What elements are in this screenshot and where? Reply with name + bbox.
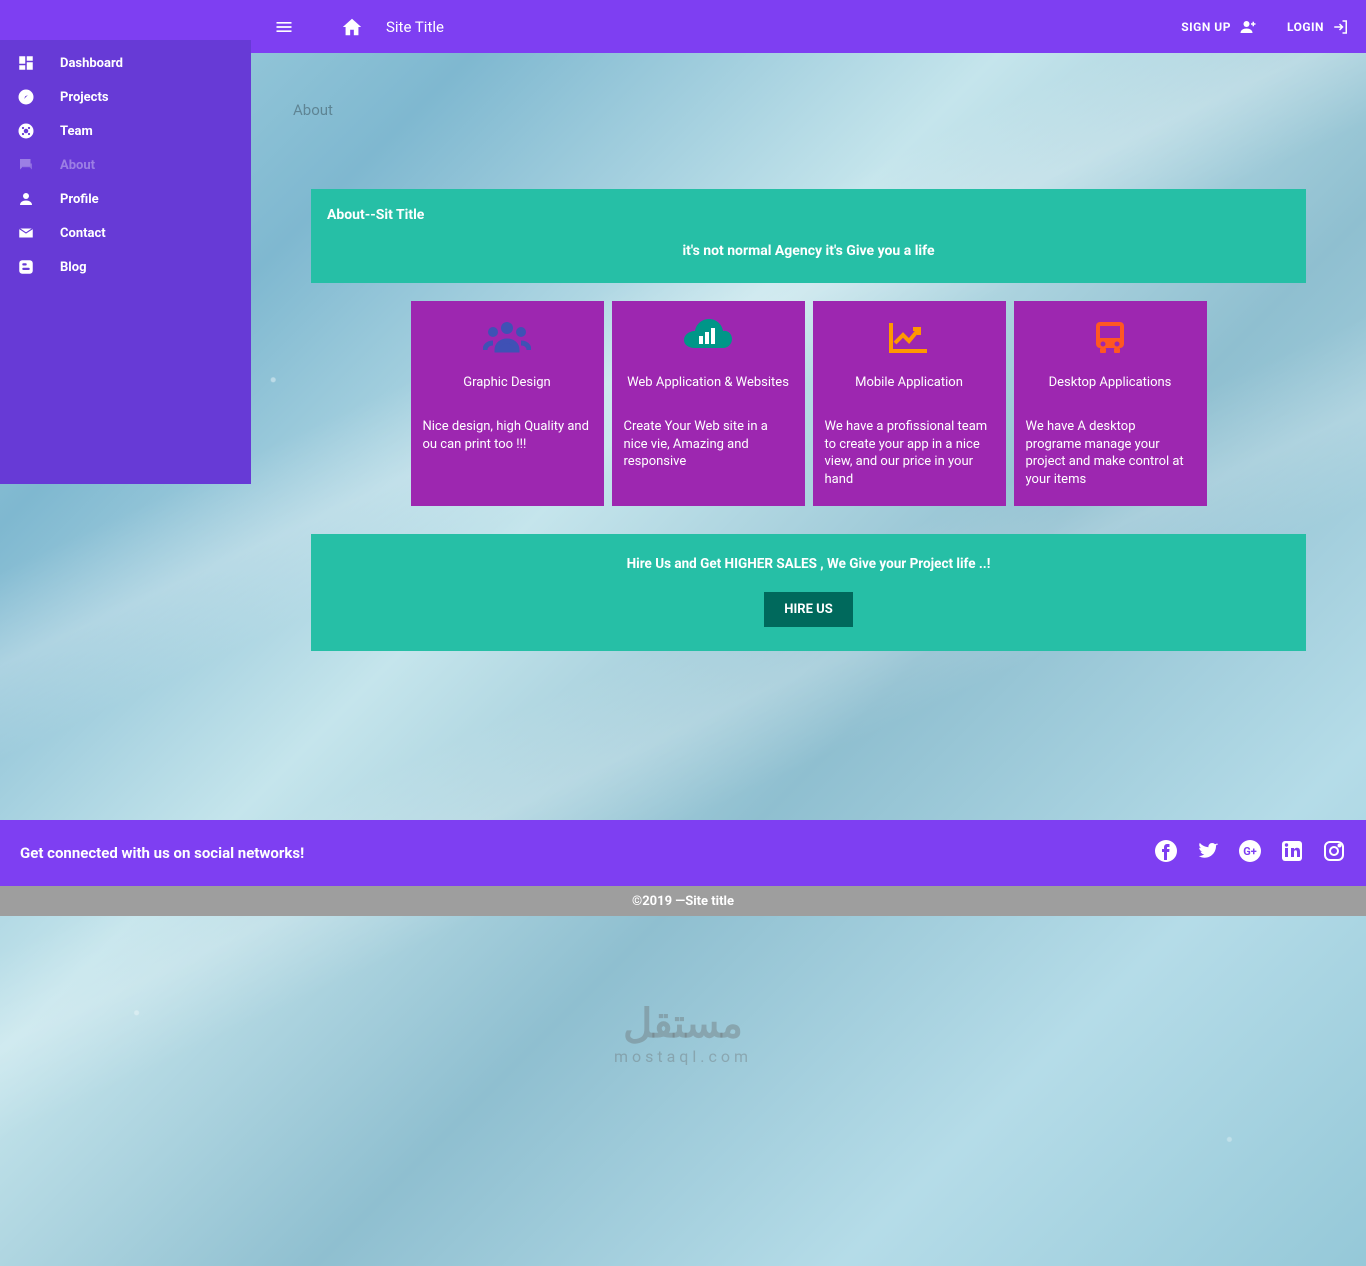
card-title: Desktop Applications bbox=[1026, 375, 1195, 390]
card-title: Mobile Application bbox=[825, 375, 994, 390]
footer-copyright: ©2019 — Site title bbox=[0, 886, 1366, 916]
watermark-arabic: مستقل bbox=[614, 1001, 752, 1047]
hire-text: Hire Us and Get HIGHER SALES , We Give y… bbox=[327, 556, 1290, 572]
instagram-icon[interactable] bbox=[1322, 839, 1346, 867]
about-title: About--Sit Title bbox=[327, 207, 1290, 223]
sidebar-item-blog[interactable]: Blog bbox=[0, 250, 251, 284]
card-title: Web Application & Websites bbox=[624, 375, 793, 390]
home-icon bbox=[341, 16, 363, 38]
login-label: LOGIN bbox=[1287, 20, 1324, 34]
login-button[interactable]: LOGIN bbox=[1287, 18, 1350, 36]
sidebar-item-label: Blog bbox=[60, 260, 87, 275]
footer-social: Get connected with us on social networks… bbox=[0, 820, 1366, 886]
facebook-icon[interactable] bbox=[1154, 839, 1178, 867]
users-icon bbox=[423, 315, 592, 359]
blogger-icon bbox=[16, 258, 36, 276]
cards-container: Graphic Design Nice design, high Quality… bbox=[291, 301, 1326, 506]
card-desc: Nice design, high Quality and ou can pri… bbox=[423, 418, 592, 453]
card-desc: Create Your Web site in a nice vie, Amaz… bbox=[624, 418, 793, 471]
chat-icon bbox=[16, 156, 36, 174]
soccer-icon bbox=[16, 122, 36, 140]
about-header: About--Sit Title it's not normal Agency … bbox=[311, 189, 1306, 283]
compass-icon bbox=[16, 88, 36, 106]
chart-line-icon bbox=[825, 315, 994, 359]
cloud-chart-icon bbox=[624, 315, 793, 359]
person-icon bbox=[16, 190, 36, 208]
sidebar-item-label: Profile bbox=[60, 192, 99, 207]
sidebar-item-label: About bbox=[60, 158, 95, 173]
twitter-icon[interactable] bbox=[1196, 839, 1220, 867]
site-title: Site Title bbox=[386, 18, 444, 36]
sidebar-item-label: Team bbox=[60, 124, 93, 139]
sidebar-item-label: Contact bbox=[60, 226, 106, 241]
signup-button[interactable]: SIGN UP bbox=[1181, 18, 1257, 36]
card-desc: We have a profissional team to create yo… bbox=[825, 418, 994, 488]
google-plus-icon[interactable]: G+ bbox=[1238, 839, 1262, 867]
service-card-desktop: Desktop Applications We have A desktop p… bbox=[1014, 301, 1207, 506]
footer-social-text: Get connected with us on social networks… bbox=[20, 844, 304, 862]
service-card-web: Web Application & Websites Create Your W… bbox=[612, 301, 805, 506]
sidebar-item-team[interactable]: Team bbox=[0, 114, 251, 148]
service-card-graphic-design: Graphic Design Nice design, high Quality… bbox=[411, 301, 604, 506]
about-subtitle: it's not normal Agency it's Give you a l… bbox=[327, 243, 1290, 259]
social-icons: G+ bbox=[1154, 839, 1346, 867]
card-desc: We have A desktop programe manage your p… bbox=[1026, 418, 1195, 488]
service-card-mobile: Mobile Application We have a profissiona… bbox=[813, 301, 1006, 506]
sidebar-item-dashboard[interactable]: Dashboard bbox=[0, 46, 251, 80]
watermark-domain: mostaql.com bbox=[614, 1047, 752, 1066]
watermark: مستقل mostaql.com bbox=[614, 1001, 752, 1066]
menu-button[interactable] bbox=[260, 3, 308, 51]
sidebar-item-contact[interactable]: Contact bbox=[0, 216, 251, 250]
bus-icon bbox=[1026, 315, 1195, 359]
hire-us-button[interactable]: HIRE US bbox=[764, 592, 852, 627]
sidebar-item-projects[interactable]: Projects bbox=[0, 80, 251, 114]
mail-icon bbox=[16, 224, 36, 242]
sidebar-list: Dashboard Projects Team About Profile bbox=[0, 40, 251, 290]
hire-section: Hire Us and Get HIGHER SALES , We Give y… bbox=[311, 534, 1306, 651]
sidebar-item-label: Dashboard bbox=[60, 56, 123, 71]
sidebar-item-label: Projects bbox=[60, 90, 109, 105]
dashboard-icon bbox=[16, 54, 36, 72]
copyright-prefix: ©2019 — bbox=[632, 894, 685, 909]
linkedin-icon[interactable] bbox=[1280, 839, 1304, 867]
card-title: Graphic Design bbox=[423, 375, 592, 390]
sidebar-item-profile[interactable]: Profile bbox=[0, 182, 251, 216]
user-plus-icon bbox=[1239, 18, 1257, 36]
hamburger-icon bbox=[274, 17, 294, 37]
signup-label: SIGN UP bbox=[1181, 20, 1231, 34]
home-button[interactable] bbox=[328, 3, 376, 51]
svg-text:G+: G+ bbox=[1243, 845, 1257, 858]
sidebar-item-about[interactable]: About bbox=[0, 148, 251, 182]
main-content: About About--Sit Title it's not normal A… bbox=[251, 53, 1366, 701]
breadcrumb: About bbox=[291, 77, 1326, 119]
login-icon bbox=[1332, 18, 1350, 36]
copyright-site: Site title bbox=[685, 894, 734, 909]
sidebar: Dashboard Projects Team About Profile bbox=[0, 0, 251, 484]
sidebar-header bbox=[0, 0, 251, 40]
